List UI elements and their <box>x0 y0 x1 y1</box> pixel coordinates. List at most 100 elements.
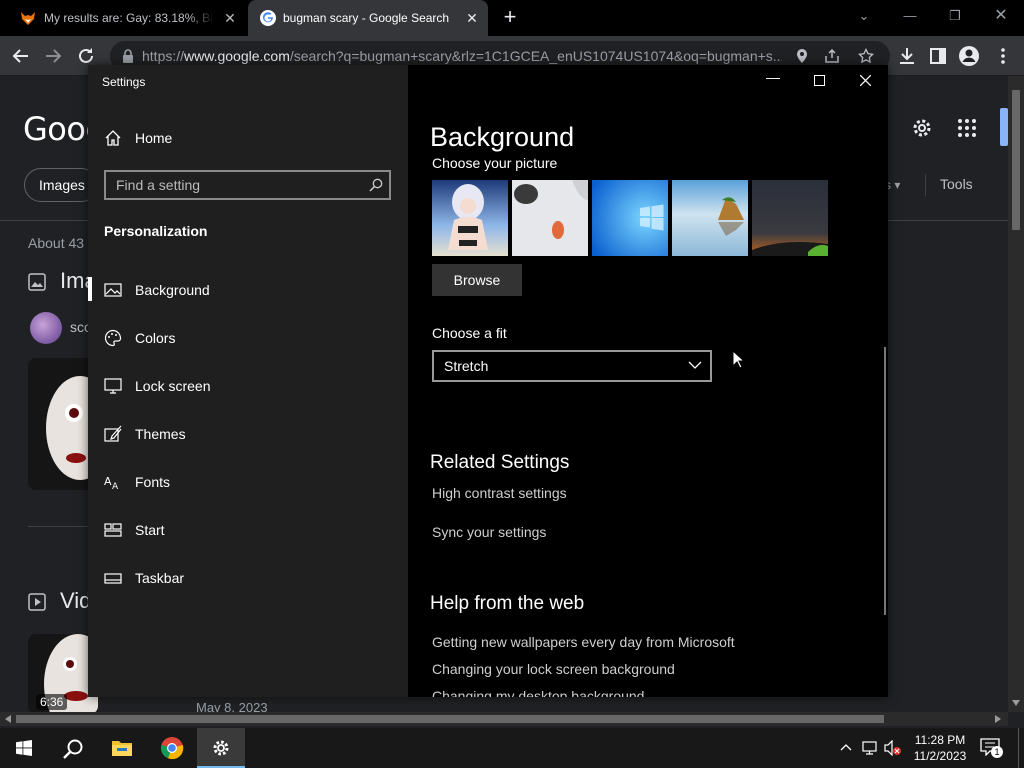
browser-tab-strip: My results are: Gay: 83.18%, Bisexual ✕ … <box>0 0 1024 36</box>
sidebar-item-fonts[interactable]: AA Fonts <box>88 462 408 502</box>
image-icon <box>28 273 46 291</box>
sidebar-item-background[interactable]: Background <box>88 270 408 310</box>
settings-gear-icon[interactable] <box>910 116 934 140</box>
close-tab-icon[interactable]: ✕ <box>222 10 238 26</box>
wallpaper-option-beach[interactable] <box>672 180 748 256</box>
browse-button[interactable]: Browse <box>432 264 522 296</box>
wallpaper-option-anime[interactable] <box>432 180 508 256</box>
scrollbar-thumb[interactable] <box>16 715 884 723</box>
sidebar-item-label: Background <box>135 282 210 298</box>
sidebar-item-label: Taskbar <box>135 570 185 586</box>
restore-icon[interactable]: ❐ <box>941 6 969 26</box>
palette-icon <box>104 329 122 347</box>
tab-title: bugman scary - Google Search <box>283 11 450 25</box>
scroll-right-icon[interactable] <box>995 715 1001 723</box>
minimize-icon[interactable]: — <box>758 69 788 89</box>
find-setting-box[interactable] <box>104 170 391 200</box>
sidebar-item-label: Colors <box>135 330 176 346</box>
new-tab-icon[interactable]: + <box>500 6 520 28</box>
profile-icon[interactable] <box>958 45 980 67</box>
help-link-lock-screen[interactable]: Changing your lock screen background <box>432 661 675 677</box>
side-panel-icon[interactable] <box>927 45 949 67</box>
wallpaper-option-cat[interactable] <box>512 180 588 256</box>
sidebar-item-home[interactable]: Home <box>88 118 408 158</box>
share-icon[interactable] <box>824 48 840 64</box>
windows-taskbar: 11:28 PM 11/2/2023 1 <box>0 728 1024 768</box>
lock-icon[interactable] <box>122 49 134 63</box>
back-icon[interactable] <box>10 45 32 67</box>
help-link-desktop[interactable]: Changing my desktop background <box>432 688 644 697</box>
close-window-icon[interactable]: ✕ <box>987 6 1015 26</box>
browser-tab-google[interactable]: bugman scary - Google Search ✕ <box>248 0 488 36</box>
minimize-icon[interactable]: — <box>896 6 924 26</box>
picture-icon <box>104 283 122 297</box>
show-hidden-icons-icon[interactable] <box>840 743 852 751</box>
star-icon[interactable] <box>858 48 874 64</box>
sign-in-button[interactable] <box>1000 108 1008 146</box>
avatar[interactable] <box>30 312 62 344</box>
sync-settings-link[interactable]: Sync your settings <box>432 524 546 540</box>
window-title: Settings <box>102 75 146 89</box>
tools-button[interactable]: Tools <box>940 176 973 192</box>
volume-muted-icon[interactable] <box>884 740 902 756</box>
settings-window: Settings Home Personalization Background <box>88 65 888 697</box>
forward-icon[interactable] <box>42 45 64 67</box>
search-button[interactable] <box>48 728 96 768</box>
network-icon[interactable] <box>862 741 878 755</box>
more-menu-icon[interactable] <box>992 45 1014 67</box>
page-vertical-scrollbar[interactable] <box>1008 76 1024 712</box>
show-desktop-button[interactable] <box>1018 728 1024 768</box>
windows-logo-icon <box>16 740 32 756</box>
close-icon[interactable] <box>860 75 871 86</box>
search-icon[interactable] <box>369 178 383 192</box>
start-icon <box>104 523 122 537</box>
sidebar-item-themes[interactable]: Themes <box>88 414 408 454</box>
settings-app-button[interactable] <box>197 728 245 768</box>
clock[interactable]: 11:28 PM 11/2/2023 <box>908 732 972 764</box>
download-icon[interactable] <box>896 45 918 67</box>
fit-dropdown[interactable]: Stretch <box>432 350 712 382</box>
find-setting-input[interactable] <box>106 172 356 198</box>
sidebar-item-label: Lock screen <box>135 378 211 394</box>
taskbar-icon <box>104 573 122 584</box>
category-heading: Personalization <box>104 223 208 239</box>
video-duration: 6:36 <box>36 694 68 710</box>
apps-grid-icon[interactable] <box>957 118 977 138</box>
sidebar-item-lock-screen[interactable]: Lock screen <box>88 366 408 406</box>
images-filter-chip[interactable]: Images <box>24 168 98 202</box>
wallpaper-option-night-sky[interactable] <box>752 180 828 256</box>
chrome-icon <box>161 737 184 760</box>
page-horizontal-scrollbar[interactable] <box>0 712 1008 726</box>
scroll-left-icon[interactable] <box>5 715 11 723</box>
wallpaper-option-windows[interactable] <box>592 180 668 256</box>
home-icon <box>105 130 121 146</box>
google-g-icon <box>260 10 276 26</box>
video-date: May 8, 2023 <box>196 700 268 712</box>
close-tab-icon[interactable]: ✕ <box>464 10 480 26</box>
videos-section-heading[interactable]: Vid <box>28 588 91 614</box>
start-button[interactable] <box>0 728 48 768</box>
chrome-button[interactable] <box>148 728 196 768</box>
images-section-heading[interactable]: Ima <box>28 268 97 294</box>
video-icon <box>28 593 46 611</box>
sidebar-item-start[interactable]: Start <box>88 510 408 550</box>
help-link-wallpapers[interactable]: Getting new wallpapers every day from Mi… <box>432 634 735 650</box>
browser-tab-quiz[interactable]: My results are: Gay: 83.18%, Bisexual ✕ <box>8 0 246 36</box>
sidebar-item-colors[interactable]: Colors <box>88 318 408 358</box>
reload-icon[interactable] <box>75 45 97 67</box>
scrollbar-thumb[interactable] <box>1012 90 1020 230</box>
location-pin-icon[interactable] <box>794 48 810 64</box>
scroll-down-icon[interactable] <box>1012 700 1020 706</box>
file-explorer-button[interactable] <box>98 728 146 768</box>
content-scrollbar[interactable] <box>884 347 886 615</box>
sidebar-item-taskbar[interactable]: Taskbar <box>88 558 408 598</box>
results-count: About 43 <box>28 235 85 251</box>
high-contrast-link[interactable]: High contrast settings <box>432 485 567 501</box>
notification-count-badge: 1 <box>991 746 1003 758</box>
sidebar-item-label: Home <box>135 130 173 146</box>
maximize-icon[interactable] <box>814 75 825 86</box>
svg-text:A: A <box>104 475 112 488</box>
notifications-button[interactable]: 1 <box>980 738 1004 760</box>
tab-search-icon[interactable]: ⌄ <box>850 6 878 26</box>
page-title: Background <box>430 122 575 152</box>
